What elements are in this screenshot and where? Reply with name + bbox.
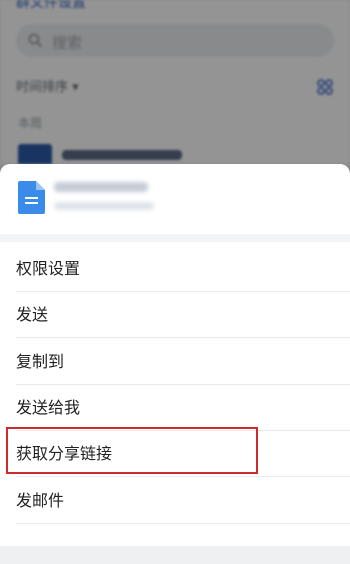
dim-overlay[interactable] bbox=[0, 0, 350, 164]
section-divider bbox=[0, 234, 350, 242]
menu-item-email[interactable]: 发邮件 bbox=[0, 478, 350, 524]
menu-item-label: 发送 bbox=[16, 305, 49, 324]
menu-item-label: 发送给我 bbox=[16, 398, 81, 417]
footer-strip bbox=[0, 546, 350, 564]
file-header bbox=[0, 164, 350, 230]
menu-item-copy-to[interactable]: 复制到 bbox=[0, 339, 350, 385]
menu-item-label: 权限设置 bbox=[16, 259, 81, 278]
divider bbox=[16, 523, 350, 524]
menu-item-send[interactable]: 发送 bbox=[0, 292, 350, 338]
menu-item-label: 复制到 bbox=[16, 352, 65, 371]
background-page: 群文件设置 搜索 时间排序 ▾ 本周 bbox=[0, 0, 350, 164]
menu-item-permissions[interactable]: 权限设置 bbox=[0, 246, 350, 292]
menu-item-send-to-me[interactable]: 发送给我 bbox=[0, 385, 350, 431]
file-name-blurred bbox=[54, 182, 148, 192]
divider bbox=[16, 337, 350, 338]
divider bbox=[16, 476, 350, 477]
menu-item-label: 发邮件 bbox=[16, 491, 65, 510]
document-file-icon bbox=[18, 181, 45, 214]
file-meta-blurred bbox=[54, 202, 154, 210]
highlight-box bbox=[6, 427, 258, 474]
